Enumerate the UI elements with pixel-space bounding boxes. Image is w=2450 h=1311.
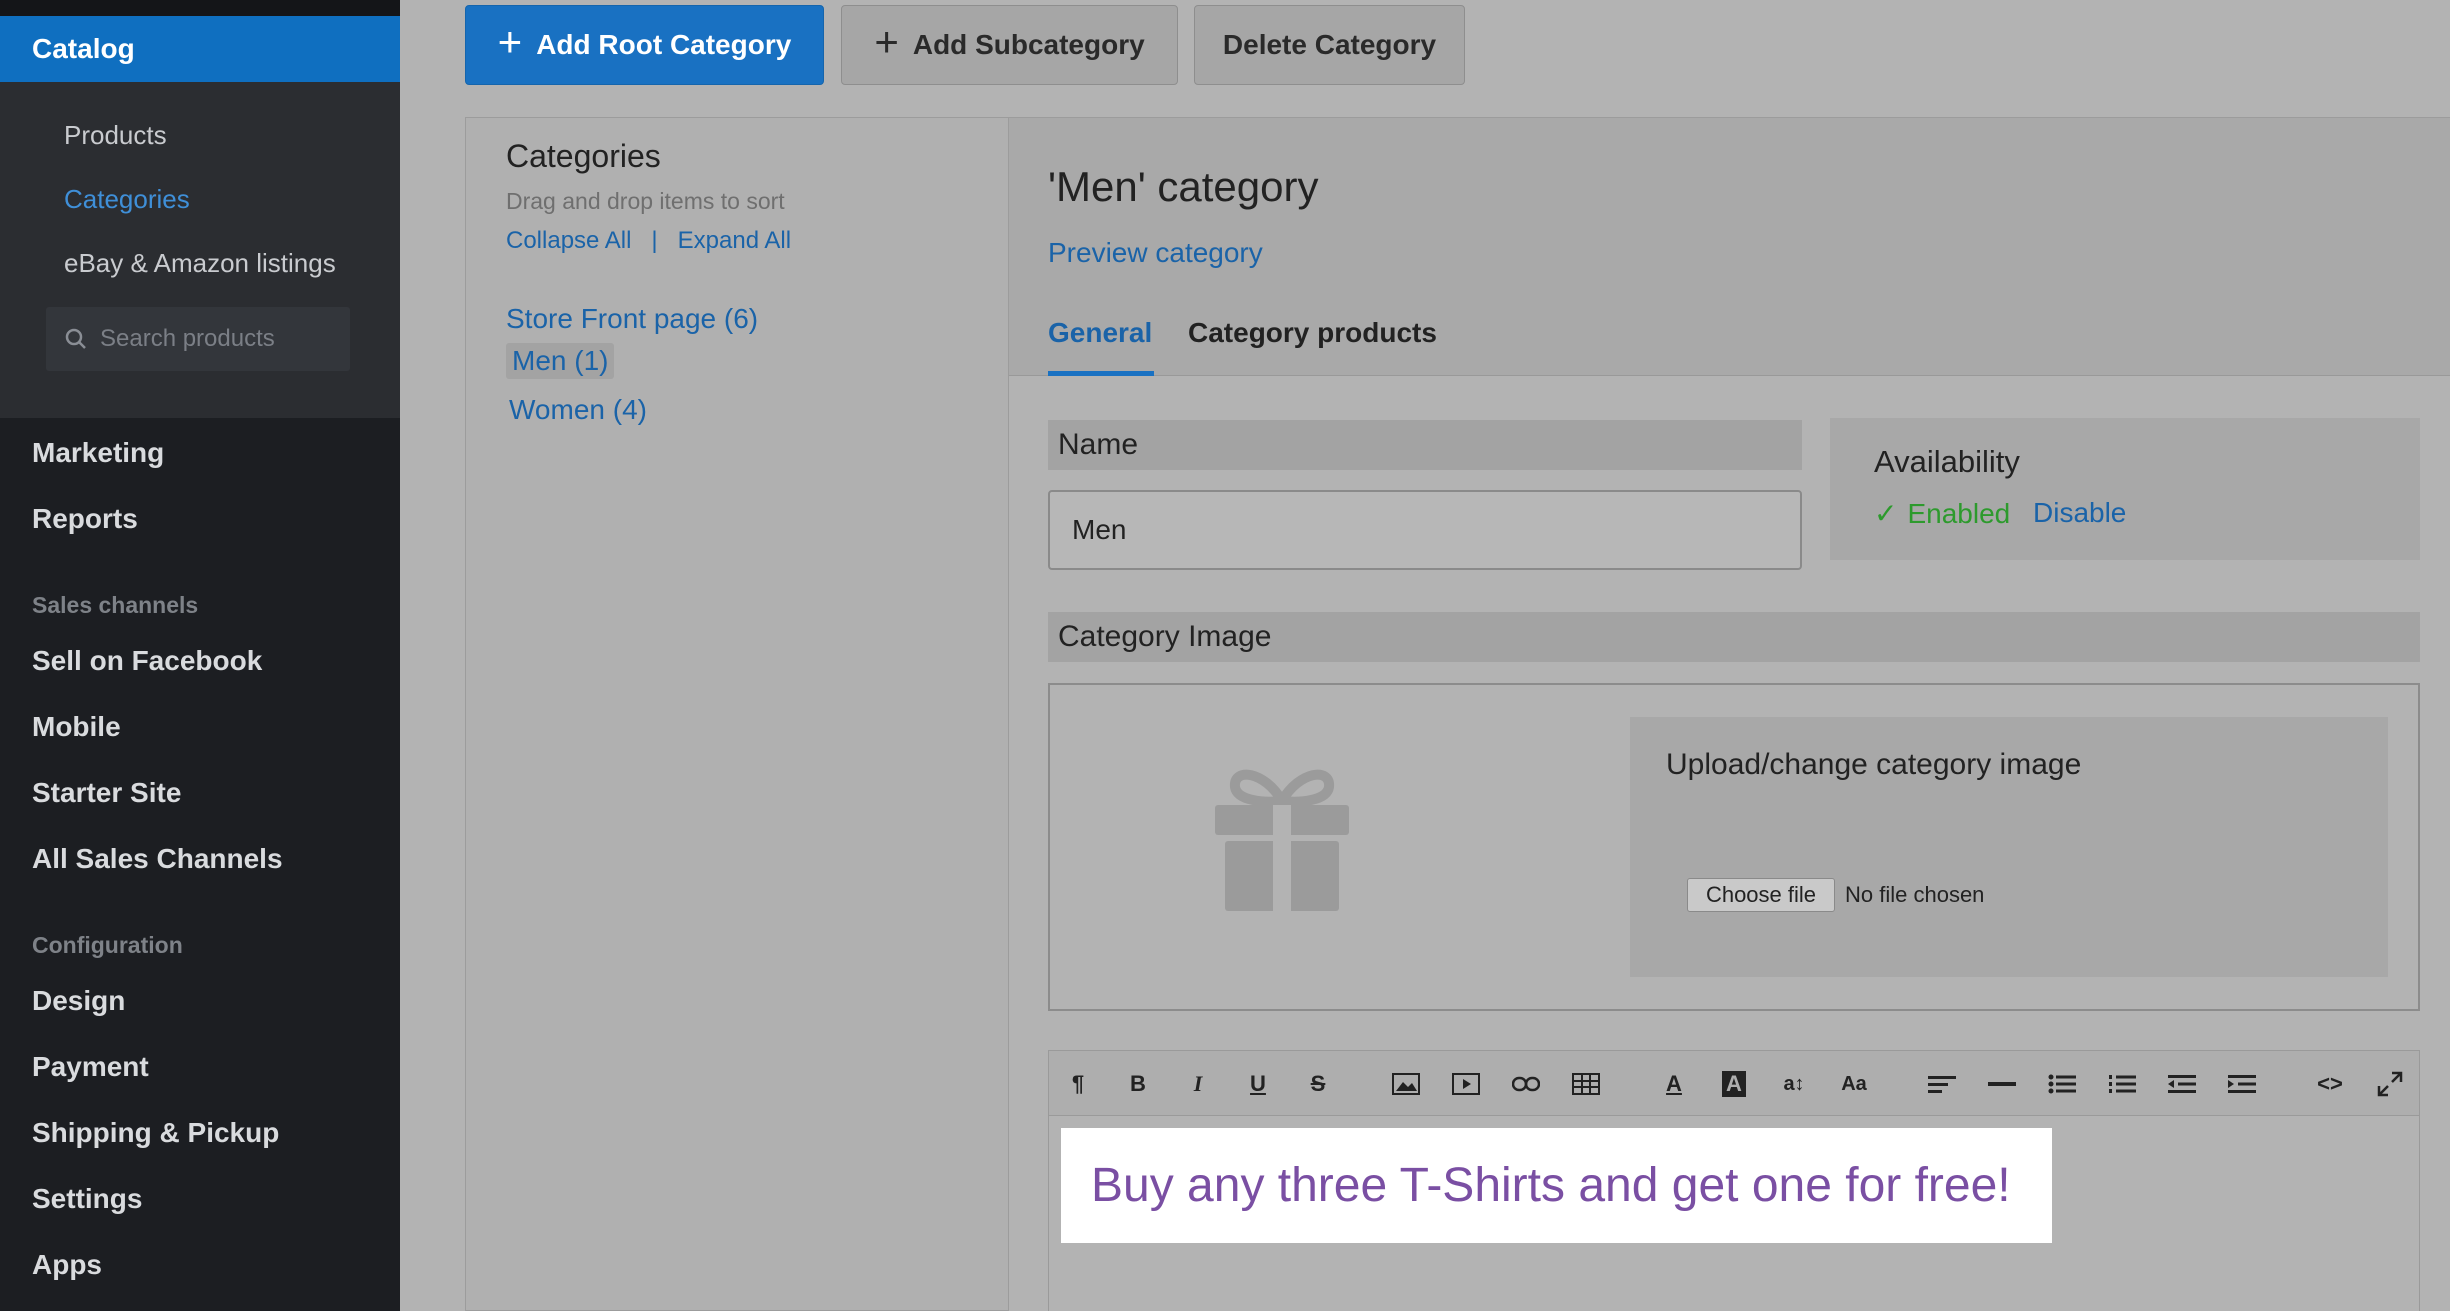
button-label: Add Subcategory [912, 29, 1145, 60]
category-image-label: Category Image [1048, 612, 2420, 662]
add-subcategory-button[interactable]: + Add Subcategory [841, 5, 1178, 85]
unordered-list-icon[interactable] [2044, 1066, 2080, 1102]
indent-icon[interactable] [2224, 1066, 2260, 1102]
ordered-list-icon[interactable] [2104, 1066, 2140, 1102]
categories-hint: Drag and drop items to sort [506, 188, 785, 214]
sidebar-item-settings[interactable]: Settings [32, 1183, 142, 1215]
search-products-box[interactable]: Search products [46, 307, 350, 371]
sidebar-item-label: Catalog [32, 33, 135, 64]
sidebar-item-payment[interactable]: Payment [32, 1051, 149, 1083]
editor-content-text[interactable]: Buy any three T-Shirts and get one for f… [1061, 1128, 2052, 1243]
fullscreen-icon[interactable] [2372, 1066, 2408, 1102]
sidebar-top-strip [0, 0, 400, 16]
availability-status: ✓ Enabled [1874, 497, 2010, 530]
active-tab-indicator [1048, 371, 1154, 376]
sidebar-subitem-products[interactable]: Products [64, 120, 167, 151]
sidebar-item-all-sales-channels[interactable]: All Sales Channels [32, 843, 283, 875]
outdent-icon[interactable] [2164, 1066, 2200, 1102]
upload-title: Upload/change category image [1666, 748, 2082, 781]
tab-general[interactable]: General [1048, 317, 1152, 349]
promo-text: Buy any three T-Shirts and get one for f… [1091, 1159, 2011, 1212]
sidebar-subitem-categories[interactable]: Categories [64, 184, 190, 215]
sidebar-item-design[interactable]: Design [32, 985, 125, 1017]
name-label: Name [1048, 420, 1802, 470]
align-icon[interactable] [1924, 1066, 1960, 1102]
bold-icon[interactable]: B [1120, 1066, 1156, 1102]
font-color-icon[interactable]: A [1656, 1066, 1692, 1102]
tree-item-store-front[interactable]: Store Front page (6) [506, 303, 758, 335]
sidebar-item-marketing[interactable]: Marketing [32, 437, 164, 469]
availability-box [1830, 418, 2420, 560]
tree-controls: Collapse All | Expand All [506, 227, 791, 255]
link-icon[interactable] [1508, 1066, 1544, 1102]
table-icon[interactable] [1568, 1066, 1604, 1102]
tab-category-products[interactable]: Category products [1188, 317, 1437, 349]
add-root-category-button[interactable]: + Add Root Category [465, 5, 824, 85]
availability-title: Availability [1874, 444, 2020, 479]
image-icon[interactable] [1388, 1066, 1424, 1102]
no-file-chosen-text: No file chosen [1845, 882, 1985, 907]
font-family-icon[interactable]: Aa [1836, 1066, 1872, 1102]
underline-icon[interactable]: U [1240, 1066, 1276, 1102]
sidebar-item-sell-on-facebook[interactable]: Sell on Facebook [32, 645, 262, 677]
sidebar-heading-sales-channels: Sales channels [32, 592, 199, 618]
italic-icon[interactable]: I [1180, 1066, 1216, 1102]
paragraph-icon[interactable]: ¶ [1060, 1066, 1096, 1102]
strikethrough-icon[interactable]: S [1300, 1066, 1336, 1102]
name-input-value: Men [1072, 514, 1127, 545]
expand-all-link[interactable]: Expand All [678, 227, 791, 254]
button-label: Choose file [1705, 882, 1817, 907]
preview-category-link[interactable]: Preview category [1048, 237, 1263, 269]
tree-item-men[interactable]: Men (1) [506, 343, 615, 379]
checkmark-icon: ✓ [1874, 498, 1898, 529]
sidebar-item-apps[interactable]: Apps [32, 1249, 102, 1281]
font-size-icon[interactable]: a↕ [1776, 1066, 1812, 1102]
code-view-icon[interactable]: <> [2312, 1066, 2348, 1102]
button-label: Add Root Category [536, 29, 792, 60]
gift-icon [1215, 769, 1349, 911]
search-icon [65, 328, 86, 349]
sidebar-item-mobile[interactable]: Mobile [32, 711, 121, 743]
sidebar-item-reports[interactable]: Reports [32, 503, 138, 535]
delete-category-button[interactable]: Delete Category [1194, 5, 1465, 85]
categories-panel [465, 117, 1008, 1311]
sidebar-item-catalog[interactable]: Catalog [0, 16, 400, 82]
availability-status-text: Enabled [1907, 498, 2011, 529]
button-label: Delete Category [1222, 29, 1437, 60]
field-label-text: Category Image [1058, 620, 1272, 653]
choose-file-button[interactable]: Choose file [1687, 878, 1835, 912]
plus-icon: + [874, 18, 899, 65]
video-icon[interactable] [1448, 1066, 1484, 1102]
sidebar-heading-configuration: Configuration [32, 932, 183, 958]
background-color-icon[interactable]: A [1716, 1066, 1752, 1102]
field-label-text: Name [1058, 428, 1139, 461]
sidebar-item-shipping-pickup[interactable]: Shipping & Pickup [32, 1117, 279, 1149]
sidebar-subitem-ebay-amazon[interactable]: eBay & Amazon listings [64, 248, 336, 279]
search-input[interactable]: Search products [100, 325, 275, 353]
tree-item-women[interactable]: Women (4) [509, 394, 647, 426]
page-title: 'Men' category [1048, 163, 1319, 210]
plus-icon: + [497, 18, 523, 65]
name-input[interactable]: Men [1048, 490, 1802, 570]
disable-link[interactable]: Disable [2033, 497, 2126, 529]
link-separator: | [651, 227, 658, 254]
horizontal-rule-icon[interactable] [1984, 1066, 2020, 1102]
categories-title: Categories [506, 138, 661, 174]
collapse-all-link[interactable]: Collapse All [506, 227, 631, 254]
sidebar-item-starter-site[interactable]: Starter Site [32, 777, 181, 809]
